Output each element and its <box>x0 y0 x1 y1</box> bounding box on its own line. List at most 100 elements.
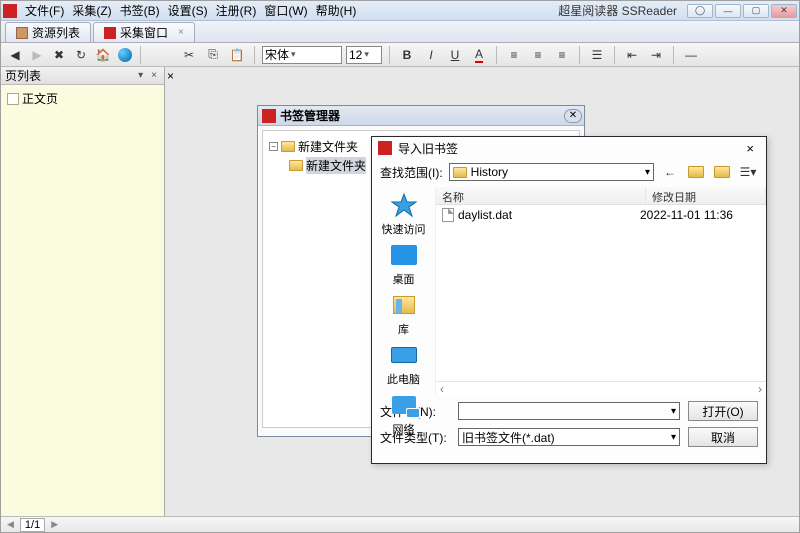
filename-input[interactable]: ▾ <box>458 402 680 420</box>
file-dialog-titlebar[interactable]: 导入旧书签 × <box>372 137 766 159</box>
place-libraries[interactable]: 库 <box>388 291 420 337</box>
file-date: 2022-11-01 11:36 <box>640 208 760 222</box>
tree-collapse-icon[interactable]: − <box>269 142 278 151</box>
file-icon <box>442 208 454 222</box>
libraries-icon <box>388 291 420 319</box>
file-list: 名称 修改日期 daylist.dat 2022-11-01 11:36 ‹ › <box>436 187 766 395</box>
menu-collect[interactable]: 采集(Z) <box>68 0 115 21</box>
browser-icon[interactable] <box>115 45 135 65</box>
filetype-label: 文件类型(T): <box>380 429 450 446</box>
column-date[interactable]: 修改日期 <box>646 187 766 204</box>
file-dialog-lookup-row: 查找范围(I): History ▾ ← ☰▾ <box>372 159 766 187</box>
place-this-pc-label: 此电脑 <box>387 371 420 387</box>
place-desktop[interactable]: 桌面 <box>388 241 420 287</box>
bookmark-manager-close-button[interactable]: ✕ <box>564 109 582 123</box>
this-pc-icon <box>388 341 420 369</box>
file-dialog-title: 导入旧书签 <box>398 140 740 157</box>
page-prev-button[interactable]: ◀ <box>7 519 14 530</box>
scroll-left-icon[interactable]: ‹ <box>440 382 444 396</box>
nav-refresh-button[interactable]: ↻ <box>71 45 91 65</box>
insert-rule-button[interactable]: ― <box>681 45 701 65</box>
edit-paste-button[interactable]: 📋 <box>227 45 247 65</box>
column-name[interactable]: 名称 <box>436 187 646 204</box>
menu-bookmark[interactable]: 书签(B) <box>116 0 164 21</box>
nav-new-folder-button[interactable] <box>712 163 732 181</box>
edit-copy-button[interactable]: ⎘ <box>203 45 223 65</box>
footer-bar: ◀ 1/1 ▶ <box>1 516 799 532</box>
tab-collect-window[interactable]: 采集窗口 × <box>93 22 195 42</box>
edit-cut-button[interactable]: ✂ <box>179 45 199 65</box>
file-dialog-bottom: 文件名(N): ▾ 打开(O) 文件类型(T): 旧书签文件(*.dat) ▾ … <box>372 395 766 451</box>
chevron-down-icon: ▾ <box>671 432 676 443</box>
page-list-item[interactable]: 正文页 <box>7 89 158 108</box>
place-this-pc[interactable]: 此电脑 <box>387 341 420 387</box>
lookup-label: 查找范围(I): <box>380 164 443 181</box>
window-minimize-button[interactable]: — <box>715 4 741 18</box>
tab-collect-label: 采集窗口 <box>120 24 168 41</box>
nav-back-button[interactable]: ◀ <box>5 45 25 65</box>
nav-up-folder-button[interactable] <box>686 163 706 181</box>
font-size-value: 12 <box>349 48 362 62</box>
book-icon <box>16 27 28 39</box>
window-help-button[interactable]: ◯ <box>687 4 713 18</box>
open-button[interactable]: 打开(O) <box>688 401 758 421</box>
quick-access-icon <box>388 191 420 219</box>
italic-button[interactable]: I <box>421 45 441 65</box>
scroll-right-icon[interactable]: › <box>758 382 762 396</box>
align-right-button[interactable]: ≡ <box>552 45 572 65</box>
indent-increase-button[interactable]: ⇥ <box>646 45 666 65</box>
page-item-label: 正文页 <box>22 90 58 107</box>
font-color-button[interactable]: A <box>469 45 489 65</box>
menu-window[interactable]: 窗口(W) <box>260 0 311 21</box>
font-name-combo[interactable]: 宋体 ▾ <box>262 46 342 64</box>
folder-icon <box>453 167 467 178</box>
indent-decrease-button[interactable]: ⇤ <box>622 45 642 65</box>
tab-close-icon[interactable]: × <box>178 27 184 38</box>
bold-button[interactable]: B <box>397 45 417 65</box>
menu-register[interactable]: 注册(R) <box>212 0 261 21</box>
view-mode-button[interactable]: ☰▾ <box>738 163 758 181</box>
page-sidebar: 页列表 ▾ × 正文页 <box>1 67 165 516</box>
bookmark-manager-titlebar[interactable]: 书签管理器 ✕ <box>258 106 584 126</box>
bookmark-folder-label: 新建文件夹 <box>306 157 366 174</box>
lookup-location-value: History <box>471 165 641 179</box>
titlebar: 文件(F) 采集(Z) 书签(B) 设置(S) 注册(R) 窗口(W) 帮助(H… <box>1 1 799 21</box>
font-size-combo[interactable]: 12 ▾ <box>346 46 382 64</box>
window-maximize-button[interactable]: ▢ <box>743 4 769 18</box>
filetype-value: 旧书签文件(*.dat) <box>462 429 555 446</box>
filetype-combo[interactable]: 旧书签文件(*.dat) ▾ <box>458 428 680 446</box>
nav-home-button[interactable]: 🏠 <box>93 45 113 65</box>
file-open-dialog: 导入旧书签 × 查找范围(I): History ▾ ← ☰▾ 快速访问 <box>371 136 767 464</box>
nav-back-arrow-button[interactable]: ← <box>660 163 680 181</box>
sidebar-dropdown-icon[interactable]: ▾ <box>135 70 146 81</box>
list-bullets-button[interactable]: ☰ <box>587 45 607 65</box>
menu-settings[interactable]: 设置(S) <box>164 0 212 21</box>
underline-button[interactable]: U <box>445 45 465 65</box>
menu-file[interactable]: 文件(F) <box>21 0 68 21</box>
tab-resource-list[interactable]: 资源列表 <box>5 22 91 42</box>
chevron-down-icon: ▾ <box>645 167 650 178</box>
cancel-button[interactable]: 取消 <box>688 427 758 447</box>
file-list-hscroll[interactable]: ‹ › <box>436 381 766 395</box>
sidebar-close-icon[interactable]: × <box>148 70 160 81</box>
page-next-button[interactable]: ▶ <box>51 519 58 530</box>
nav-stop-button[interactable]: ✖ <box>49 45 69 65</box>
chevron-down-icon: ▾ <box>671 406 676 417</box>
file-row[interactable]: daylist.dat 2022-11-01 11:36 <box>436 205 766 225</box>
place-desktop-label: 桌面 <box>393 271 415 287</box>
globe-e-icon <box>118 48 132 62</box>
corner-close-icon[interactable]: × <box>167 69 175 77</box>
page-indicator[interactable]: 1/1 <box>20 518 45 532</box>
app-title: 超星阅读器 SSReader <box>558 2 677 19</box>
nav-forward-button[interactable]: ▶ <box>27 45 47 65</box>
lookup-location-combo[interactable]: History ▾ <box>449 163 654 181</box>
align-center-button[interactable]: ≡ <box>528 45 548 65</box>
menu-help[interactable]: 帮助(H) <box>312 0 361 21</box>
place-quick-access[interactable]: 快速访问 <box>382 191 426 237</box>
align-left-button[interactable]: ≡ <box>504 45 524 65</box>
page-indicator-text: 1/1 <box>25 519 40 531</box>
file-dialog-close-button[interactable]: × <box>740 141 760 156</box>
app-small-icon <box>378 141 392 155</box>
window-close-button[interactable]: ✕ <box>771 4 797 18</box>
places-bar: 快速访问 桌面 库 此电 <box>372 187 436 395</box>
